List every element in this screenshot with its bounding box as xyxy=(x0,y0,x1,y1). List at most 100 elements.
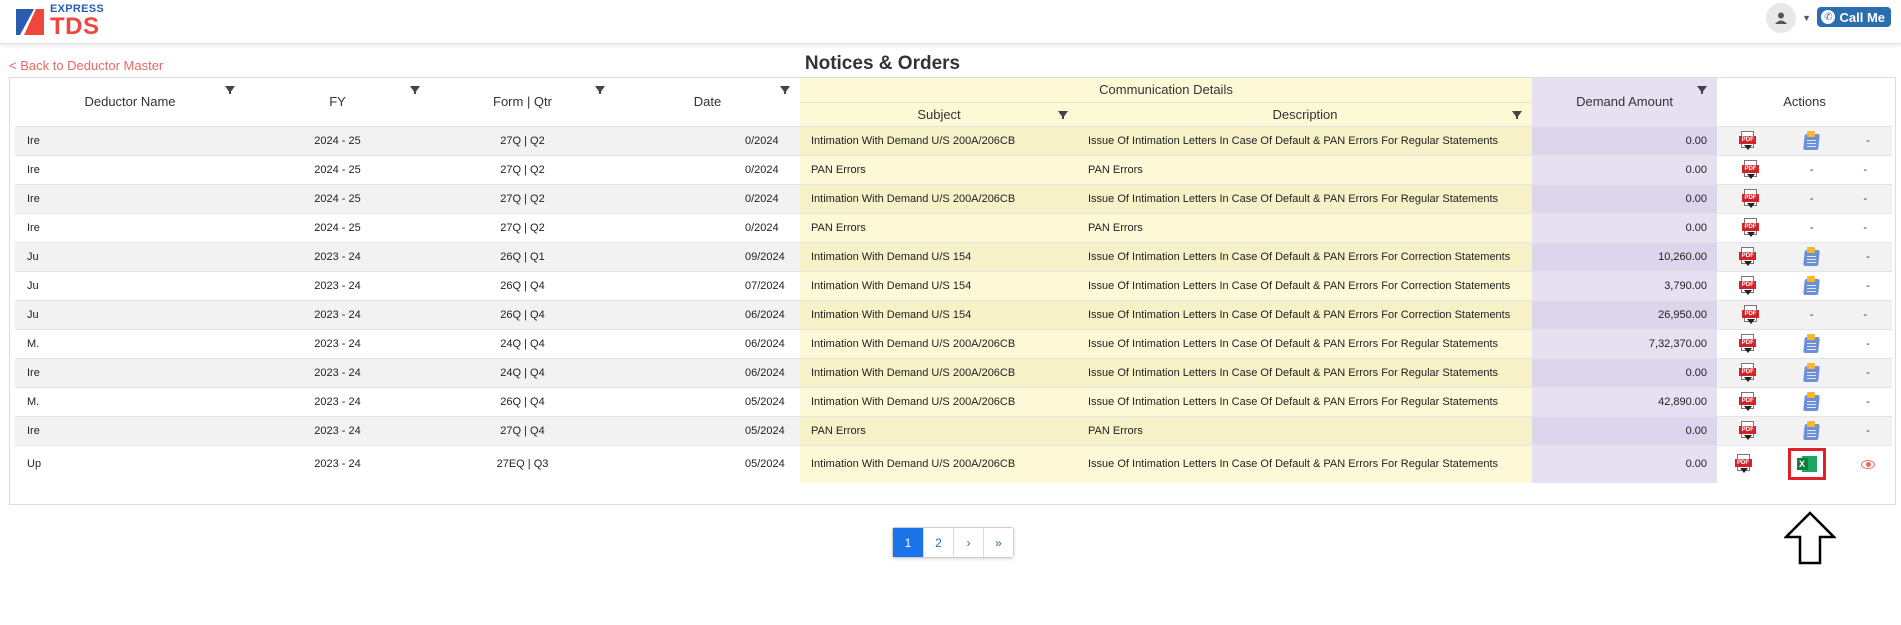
excel-download-icon[interactable]: X xyxy=(1796,455,1817,473)
cell-date: 05/2024 xyxy=(615,444,800,483)
pdf-download-icon[interactable]: PDF xyxy=(1734,454,1753,474)
cell-deductor-name: Ire xyxy=(15,154,245,184)
notices-table-container: Deductor Name FY Form | Qtr Date Communi… xyxy=(9,77,1896,505)
cell-demand-amount: 10,260.00 xyxy=(1532,241,1718,271)
pdf-download-icon[interactable]: PDF xyxy=(1741,217,1760,238)
notepad-icon[interactable] xyxy=(1802,275,1822,296)
next-page-button[interactable]: › xyxy=(953,528,983,557)
cell-fy: 2024 - 25 xyxy=(245,212,430,242)
pdf-download-icon[interactable]: PDF xyxy=(1739,246,1757,267)
cell-fy: 2023 - 24 xyxy=(245,328,430,358)
cell-deductor-name: Ire xyxy=(15,183,245,213)
empty-action: - xyxy=(1866,424,1870,437)
cell-form-qtr: 27EQ | Q3 xyxy=(430,444,615,483)
col-header-demand-amount: Demand Amount xyxy=(1532,78,1718,126)
notepad-icon[interactable] xyxy=(1802,246,1822,267)
table-row: M. 2023 - 24 26Q | Q4 05/2024 Intimation Wit… xyxy=(15,386,1893,416)
pdf-download-icon[interactable]: PDF xyxy=(1739,130,1757,151)
notepad-icon[interactable] xyxy=(1802,391,1822,412)
cell-description: Issue Of Intimation Letters In Case Of D… xyxy=(1078,357,1533,387)
logo-tds-text: TDS xyxy=(50,12,100,40)
logo-mark-icon xyxy=(16,9,44,35)
top-navbar: EXPRESS TDS ▼ ✆ Call Me xyxy=(0,0,1901,44)
empty-action: - xyxy=(1809,163,1814,176)
cell-deductor-name: Ire xyxy=(15,212,245,242)
notepad-icon[interactable] xyxy=(1802,130,1822,151)
cell-fy: 2024 - 25 xyxy=(245,154,430,184)
cell-demand-amount: 26,950.00 xyxy=(1532,299,1718,329)
cell-deductor-name: Ju xyxy=(15,270,245,300)
empty-action: - xyxy=(1863,308,1868,321)
empty-action: - xyxy=(1863,192,1868,205)
cell-deductor-name: Up xyxy=(15,444,245,483)
cell-deductor-name: Ire xyxy=(15,357,245,387)
notepad-icon[interactable] xyxy=(1802,362,1822,383)
page-2-button[interactable]: 2 xyxy=(923,528,953,557)
cell-demand-amount: 0.00 xyxy=(1532,415,1718,445)
cell-date: 09/2024 xyxy=(615,241,800,271)
filter-icon[interactable] xyxy=(780,86,790,94)
cell-date: 05/2024 xyxy=(615,415,800,445)
cell-form-qtr: 27Q | Q4 xyxy=(430,415,615,445)
pdf-download-icon[interactable]: PDF xyxy=(1739,275,1757,296)
filter-icon[interactable] xyxy=(1697,86,1708,94)
cell-subject: Intimation With Demand U/S 154 xyxy=(800,241,1078,271)
eye-icon[interactable] xyxy=(1860,459,1875,469)
empty-action: - xyxy=(1866,279,1870,292)
last-page-button[interactable]: » xyxy=(983,528,1013,557)
cell-form-qtr: 26Q | Q4 xyxy=(430,299,615,329)
user-menu[interactable]: ▼ xyxy=(1766,3,1811,33)
page-title: Notices & Orders xyxy=(804,53,961,74)
cell-demand-amount: 7,32,370.00 xyxy=(1532,328,1718,358)
col-header-deductor-name: Deductor Name xyxy=(15,78,245,126)
table-row: M. 2023 - 24 24Q | Q4 06/2024 Intimation Wit… xyxy=(15,328,1893,358)
cell-description: Issue Of Intimation Letters In Case Of D… xyxy=(1078,386,1533,416)
filter-icon[interactable] xyxy=(1512,110,1523,119)
table-row: Ire 2024 - 25 27Q | Q2 0/2024 PAN Errors PAN … xyxy=(15,212,1893,242)
cell-fy: 2024 - 25 xyxy=(245,125,430,155)
cell-demand-amount: 0.00 xyxy=(1532,125,1718,155)
cell-description: Issue Of Intimation Letters In Case Of D… xyxy=(1078,183,1533,213)
call-me-button[interactable]: ✆ Call Me xyxy=(1817,7,1891,27)
notepad-icon[interactable] xyxy=(1802,420,1822,441)
col-header-communication-details: Communication Details xyxy=(800,78,1533,102)
cell-demand-amount: 3,790.00 xyxy=(1532,270,1718,300)
pdf-download-icon[interactable]: PDF xyxy=(1739,391,1757,412)
chevron-down-icon[interactable]: ▼ xyxy=(1802,13,1811,23)
pdf-download-icon[interactable]: PDF xyxy=(1741,188,1760,209)
table-row: Ire 2023 - 24 24Q | Q4 06/2024 Intimation Wi… xyxy=(15,357,1893,387)
pdf-download-icon[interactable]: PDF xyxy=(1741,159,1760,180)
cell-deductor-name: Ire xyxy=(15,125,245,155)
cell-fy: 2023 - 24 xyxy=(245,241,430,271)
cell-subject: Intimation With Demand U/S 200A/206CB xyxy=(800,125,1078,155)
cell-deductor-name: Ire xyxy=(15,415,245,445)
cell-form-qtr: 26Q | Q4 xyxy=(430,386,615,416)
table-row: Up 2023 - 24 27EQ | Q3 05/2024 Intimation Wi… xyxy=(15,444,1893,483)
notices-table: Deductor Name FY Form | Qtr Date Communi… xyxy=(15,78,1893,483)
cell-demand-amount: 0.00 xyxy=(1532,183,1718,213)
filter-icon[interactable] xyxy=(225,86,235,94)
cell-date: 07/2024 xyxy=(615,270,800,300)
page-1-button[interactable]: 1 xyxy=(893,528,923,557)
cell-subject: PAN Errors xyxy=(800,154,1078,184)
cell-actions: PDF - xyxy=(1717,415,1893,445)
cell-description: PAN Errors xyxy=(1078,212,1533,242)
pdf-download-icon[interactable]: PDF xyxy=(1741,304,1760,325)
cell-subject: Intimation With Demand U/S 154 xyxy=(800,299,1078,329)
cell-subject: PAN Errors xyxy=(800,212,1078,242)
pdf-download-icon[interactable]: PDF xyxy=(1739,362,1757,383)
filter-icon[interactable] xyxy=(595,86,605,94)
cell-fy: 2023 - 24 xyxy=(245,415,430,445)
user-avatar-icon[interactable] xyxy=(1766,3,1797,33)
notepad-icon[interactable] xyxy=(1802,333,1822,354)
up-arrow-annotation-icon xyxy=(1784,511,1836,565)
pdf-download-icon[interactable]: PDF xyxy=(1739,420,1757,441)
filter-icon[interactable] xyxy=(410,86,420,94)
express-tds-logo[interactable]: EXPRESS TDS xyxy=(14,3,104,39)
cell-demand-amount: 42,890.00 xyxy=(1532,386,1718,416)
cell-date: 06/2024 xyxy=(615,357,800,387)
filter-icon[interactable] xyxy=(1058,110,1068,119)
pdf-download-icon[interactable]: PDF xyxy=(1739,333,1757,354)
col-header-actions: Actions xyxy=(1783,94,1826,110)
cell-subject: Intimation With Demand U/S 200A/206CB xyxy=(800,444,1078,483)
